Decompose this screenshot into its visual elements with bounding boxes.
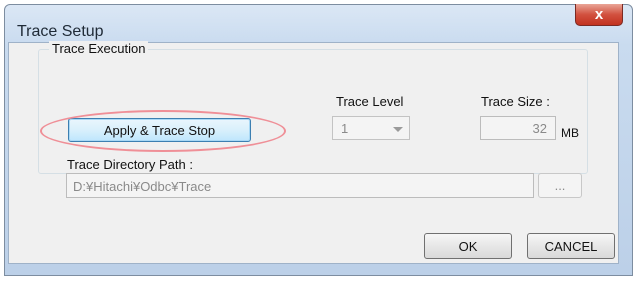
cancel-button-label: CANCEL	[544, 238, 598, 254]
ok-button-label: OK	[458, 238, 478, 254]
close-button[interactable]: x	[575, 4, 623, 26]
highlight-ellipse	[40, 110, 286, 152]
trace-size-value: 32	[532, 121, 547, 136]
browse-button[interactable]: ...	[538, 173, 582, 198]
trace-size-input[interactable]: 32	[480, 116, 556, 140]
window-title: Trace Setup	[17, 23, 104, 40]
cancel-button[interactable]: CANCEL	[527, 233, 615, 259]
chevron-down-icon	[393, 127, 403, 132]
group-label: Trace Execution	[49, 41, 149, 56]
ok-button[interactable]: OK	[424, 233, 512, 259]
directory-label: Trace Directory Path :	[67, 157, 193, 172]
trace-size-unit: MB	[561, 126, 579, 140]
trace-level-select[interactable]: 1	[332, 116, 410, 140]
directory-path-input[interactable]: D:¥Hitachi¥Odbc¥Trace	[66, 173, 534, 198]
trace-size-label: Trace Size :	[481, 94, 550, 109]
directory-path-value: D:¥Hitachi¥Odbc¥Trace	[73, 179, 212, 194]
trace-level-value: 1	[341, 121, 349, 136]
close-icon: x	[594, 6, 604, 23]
trace-level-label: Trace Level	[336, 94, 404, 109]
browse-button-label: ...	[554, 178, 566, 193]
